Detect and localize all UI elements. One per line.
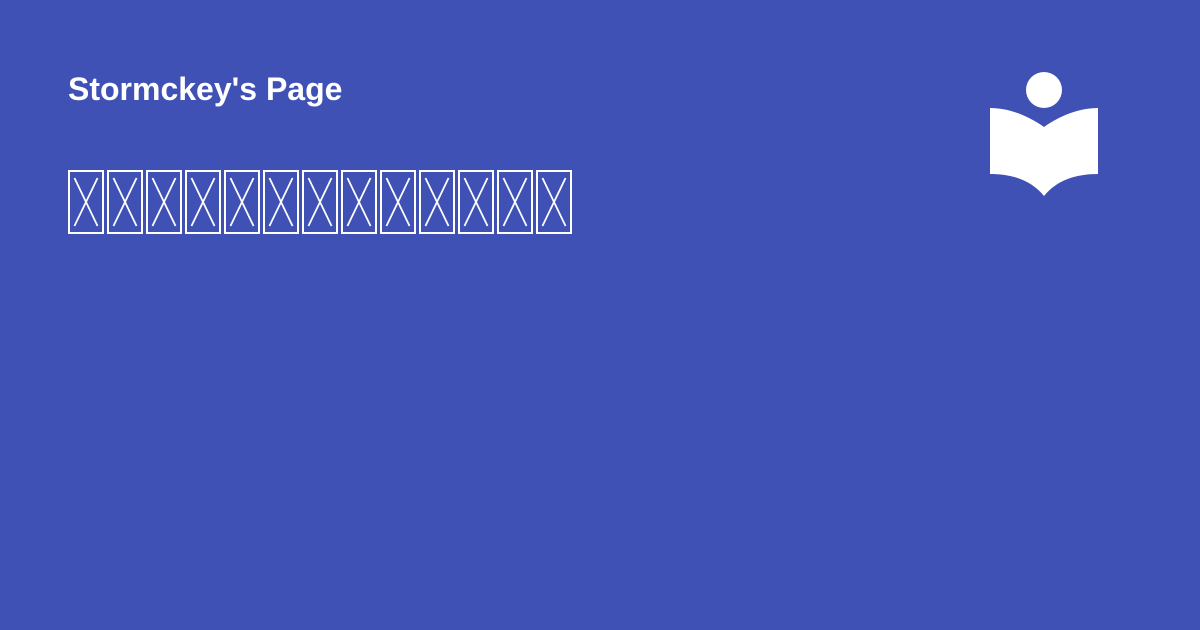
missing-glyph-box xyxy=(497,170,533,234)
site-name: Stormckey's Page xyxy=(68,71,343,107)
missing-glyph-box xyxy=(146,170,182,234)
missing-glyph-box xyxy=(536,170,572,234)
missing-glyph-box xyxy=(458,170,494,234)
missing-glyph-box xyxy=(380,170,416,234)
missing-glyph-box xyxy=(68,170,104,234)
missing-glyph-row xyxy=(68,170,888,234)
missing-glyph-box xyxy=(419,170,455,234)
missing-glyph-box xyxy=(263,170,299,234)
missing-glyph-box xyxy=(224,170,260,234)
missing-glyph-box xyxy=(341,170,377,234)
reader-book-icon xyxy=(990,72,1098,196)
page-headline-missing-glyphs xyxy=(68,170,888,242)
missing-glyph-box xyxy=(185,170,221,234)
missing-glyph-box xyxy=(302,170,338,234)
social-card: Stormckey's Page xyxy=(0,0,1200,630)
missing-glyph-box xyxy=(107,170,143,234)
